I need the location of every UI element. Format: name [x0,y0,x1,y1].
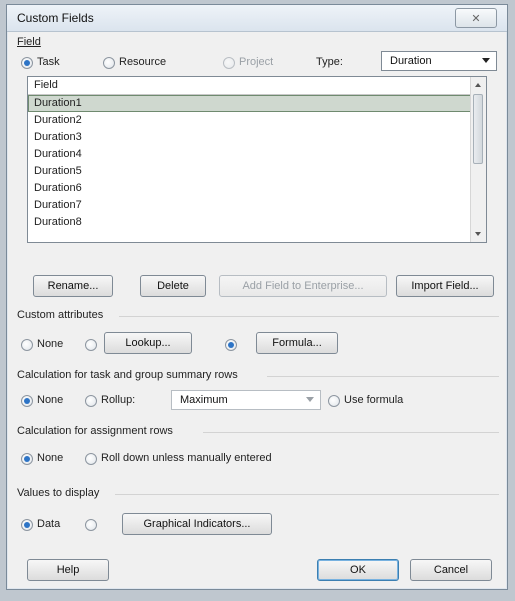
window-title: Custom Fields [17,11,94,25]
scroll-thumb[interactable] [473,94,483,164]
divider [119,316,499,317]
divider [115,494,499,495]
divider [267,376,499,377]
roll-down-radio[interactable] [85,453,97,465]
delete-button[interactable]: Delete [140,275,206,297]
project-radio-label: Project [239,56,274,68]
resource-radio-label: Resource [119,56,167,68]
list-item-duration6[interactable]: Duration6 [28,180,486,197]
lookup-button[interactable]: Lookup... [104,332,192,354]
use-formula-radio[interactable] [328,395,340,407]
list-item-duration3[interactable]: Duration3 [28,129,486,146]
custom-attributes-label: Custom attributes [17,309,104,321]
custom-attr-none-radio[interactable] [21,339,33,351]
list-item-duration2[interactable]: Duration2 [28,112,486,129]
calc-summary-none-label: None [37,394,64,406]
rollup-radio[interactable] [85,395,97,407]
field-listbox[interactable]: Field Duration1 Duration2 Duration3 Dura… [27,76,487,243]
list-item-duration4[interactable]: Duration4 [28,146,486,163]
formula-button[interactable]: Formula... [256,332,338,354]
rename-button[interactable]: Rename... [33,275,113,297]
roll-down-label: Roll down unless manually entered [101,452,272,464]
field-group-label: Field [17,36,41,48]
list-item-duration7[interactable]: Duration7 [28,197,486,214]
calc-summary-label: Calculation for task and group summary r… [17,369,238,381]
title-bar: Custom Fields ✕ [7,5,507,32]
type-dropdown[interactable]: Duration [381,51,497,71]
values-display-label: Values to display [17,487,100,499]
cancel-button[interactable]: Cancel [410,559,492,581]
task-radio-label: Task [37,56,60,68]
import-field-button[interactable]: Import Field... [396,275,494,297]
scroll-up-icon[interactable] [475,83,481,87]
list-header: Field [28,77,486,95]
chevron-down-icon [306,397,314,402]
calc-assignment-none-radio[interactable] [21,453,33,465]
custom-attr-lookup-radio[interactable] [85,339,97,351]
rollup-dropdown[interactable]: Maximum [171,390,321,410]
rollup-dropdown-value: Maximum [180,394,228,406]
scroll-down-icon[interactable] [475,232,481,236]
calc-assignment-label: Calculation for assignment rows [17,425,173,437]
list-item-duration1[interactable]: Duration1 [28,95,486,112]
resource-radio[interactable] [103,57,115,69]
help-button[interactable]: Help [27,559,109,581]
calc-assignment-none-label: None [37,452,64,464]
list-item-duration8[interactable]: Duration8 [28,214,486,231]
task-radio[interactable] [21,57,33,69]
ok-button[interactable]: OK [317,559,399,581]
rollup-label: Rollup: [101,394,136,406]
list-scrollbar[interactable] [470,77,486,242]
chevron-down-icon [482,58,490,63]
graphical-indicators-button[interactable]: Graphical Indicators... [122,513,272,535]
type-label: Type: [316,56,343,68]
custom-fields-dialog: Custom Fields ✕ Field Task Resource Proj… [6,4,508,590]
custom-attr-formula-radio[interactable] [225,339,237,351]
divider [203,432,499,433]
data-radio-label: Data [37,518,61,530]
add-field-to-enterprise-button[interactable]: Add Field to Enterprise... [219,275,387,297]
project-radio[interactable] [223,57,235,69]
custom-attr-none-label: None [37,338,64,350]
list-item-duration5[interactable]: Duration5 [28,163,486,180]
close-icon: ✕ [471,12,481,25]
close-button[interactable]: ✕ [455,8,497,28]
calc-summary-none-radio[interactable] [21,395,33,407]
use-formula-label: Use formula [344,394,404,406]
graphical-indicators-radio[interactable] [85,519,97,531]
type-dropdown-value: Duration [390,55,432,67]
data-radio[interactable] [21,519,33,531]
